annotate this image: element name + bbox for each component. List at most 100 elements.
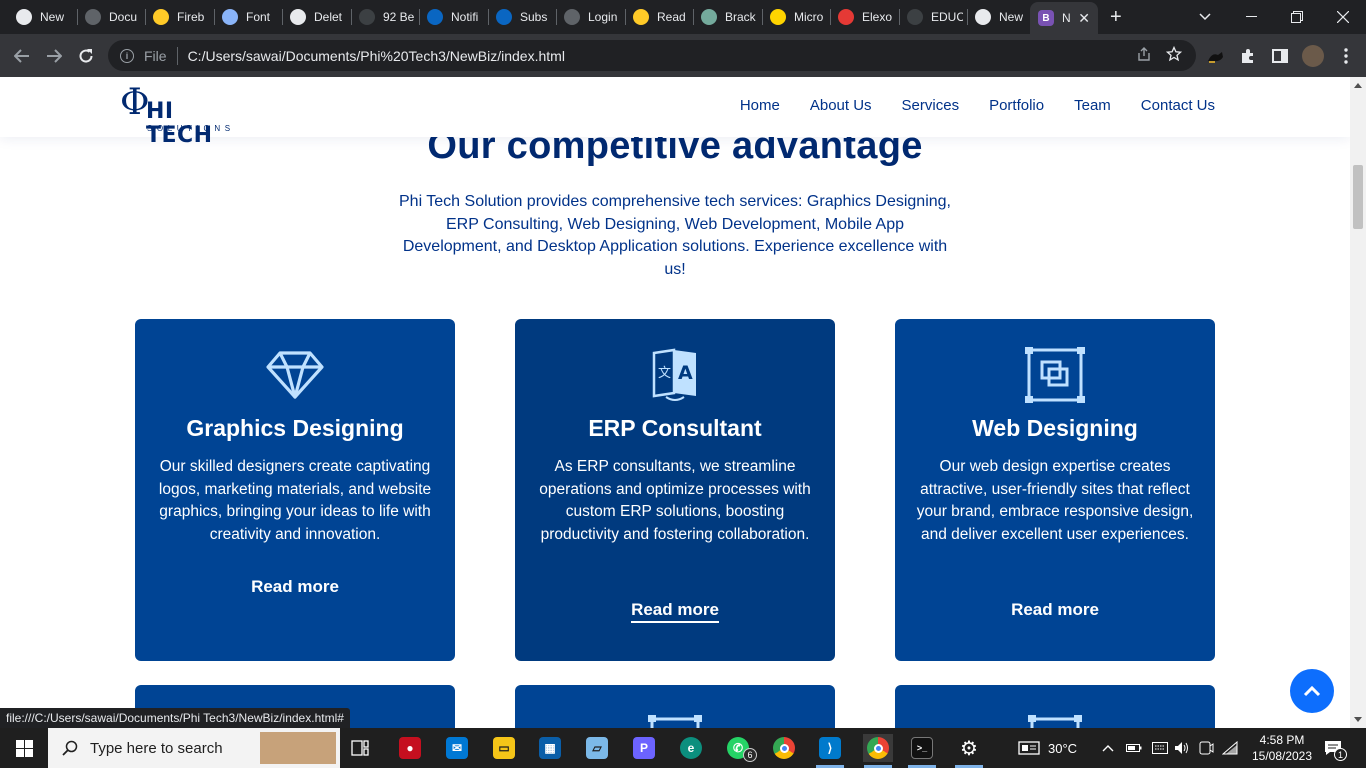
forward-button[interactable] [42, 44, 66, 68]
nav-services[interactable]: Services [902, 97, 960, 114]
start-button[interactable] [10, 734, 38, 762]
tab-separator [625, 9, 626, 25]
tab-15[interactable]: New [975, 4, 1031, 30]
firebase-icon [633, 9, 649, 25]
tab-5[interactable]: Delet [290, 4, 346, 30]
scroll-up-arrow[interactable] [1354, 83, 1362, 88]
scrollbar-thumb[interactable] [1353, 165, 1363, 229]
chrome-active-icon[interactable] [863, 734, 893, 762]
battery-icon[interactable] [1126, 728, 1142, 768]
tab-separator [282, 9, 283, 25]
volume-icon[interactable] [1174, 728, 1190, 768]
extensions-puzzle-icon[interactable] [1238, 46, 1258, 66]
terminal-icon[interactable]: >_ [908, 734, 936, 762]
store-icon[interactable]: ▦ [536, 734, 564, 762]
site-logo[interactable]: Φ HI TECH SOLUTIONS [120, 83, 245, 148]
edge-icon[interactable]: e [677, 734, 705, 762]
reload-button[interactable] [74, 44, 98, 68]
keyboard-icon[interactable] [1152, 728, 1168, 768]
meet-now-icon[interactable] [1198, 728, 1214, 768]
tab-11[interactable]: Brack [701, 4, 757, 30]
scroll-down-arrow[interactable] [1354, 717, 1362, 722]
nav-about[interactable]: About Us [810, 97, 872, 114]
picsart-icon[interactable]: P [630, 734, 658, 762]
page-scrollbar[interactable] [1350, 77, 1366, 728]
nav-home[interactable]: Home [740, 97, 780, 114]
read-more-link[interactable]: Read more [515, 600, 835, 623]
tab-active[interactable]: B N ✕ [1030, 2, 1098, 34]
restore-button[interactable] [1274, 0, 1320, 34]
globe-icon [564, 9, 580, 25]
service-card-graphics[interactable]: Graphics Designing Our skilled designers… [135, 319, 455, 661]
nav-contact[interactable]: Contact Us [1141, 97, 1215, 114]
tab-14[interactable]: EDUC [907, 4, 963, 30]
service-card-erp[interactable]: 文 A ERP Consultant As ERP consultants, w… [515, 319, 835, 661]
vscode-icon[interactable]: ⟩ [816, 734, 844, 762]
tab-separator [214, 9, 215, 25]
taskbar-search[interactable]: Type here to search [48, 728, 340, 768]
file-explorer-icon[interactable]: ▭ [490, 734, 518, 762]
weather-temp: 30°C [1048, 740, 1078, 756]
service-card-web[interactable]: Web Designing Our web design expertise c… [895, 319, 1215, 661]
tab-1[interactable]: New [16, 4, 72, 30]
linkedin-icon [496, 9, 512, 25]
bookmark-star-icon[interactable] [1165, 45, 1183, 66]
nav-team[interactable]: Team [1074, 97, 1111, 114]
mail-icon[interactable]: ✉ [443, 734, 471, 762]
show-hidden-icons[interactable] [1102, 728, 1114, 768]
tab-search-button[interactable] [1182, 0, 1228, 34]
minimize-icon [1245, 16, 1257, 17]
linkedin-icon [427, 9, 443, 25]
close-icon [1337, 11, 1349, 23]
tab-6[interactable]: 92 Be [359, 4, 415, 30]
tab-3[interactable]: Fireb [153, 4, 209, 30]
card-title: Graphics Designing [186, 415, 404, 441]
clock-date: 15/08/2023 [1251, 749, 1313, 763]
weather-widget[interactable]: 30°C [1018, 728, 1077, 768]
tab-4[interactable]: Font [222, 4, 278, 30]
tab-9[interactable]: Login [564, 4, 620, 30]
tab-7[interactable]: Notifi [427, 4, 483, 30]
share-icon[interactable] [1136, 46, 1152, 66]
tab-label: Docu [109, 10, 138, 24]
notepad-icon[interactable]: ▱ [583, 734, 611, 762]
close-tab-icon[interactable]: ✕ [1078, 10, 1090, 27]
settings-icon[interactable]: ⚙ [955, 734, 983, 762]
nav-portfolio[interactable]: Portfolio [989, 97, 1044, 114]
tab-12[interactable]: Micro [770, 4, 826, 30]
read-more-link[interactable]: Read more [895, 600, 1215, 620]
extension-cat-icon[interactable] [1206, 46, 1226, 66]
tab-8[interactable]: Subs [496, 4, 552, 30]
svg-text:文: 文 [658, 366, 671, 381]
network-icon[interactable] [1222, 728, 1238, 768]
close-window-button[interactable] [1320, 0, 1366, 34]
back-to-top-button[interactable] [1290, 669, 1334, 713]
side-panel-icon[interactable] [1270, 46, 1290, 66]
tab-label: Login [588, 10, 618, 24]
tab-2[interactable]: Docu [85, 4, 141, 30]
more-menu-icon[interactable] [1336, 46, 1356, 66]
clock[interactable]: 4:58 PM 15/08/2023 [1252, 728, 1312, 768]
read-more-link[interactable]: Read more [135, 577, 455, 597]
camera-app-icon[interactable]: ● [396, 734, 424, 762]
service-card-next-3[interactable] [895, 685, 1215, 728]
elexo-icon [838, 9, 854, 25]
notification-center-button[interactable]: 1 [1324, 728, 1347, 768]
info-icon[interactable]: i [120, 48, 134, 63]
tab-separator [419, 9, 420, 25]
chrome-taskbar-icon[interactable] [770, 734, 798, 762]
whatsapp-icon[interactable]: ✆ 6 [724, 734, 757, 762]
profile-avatar[interactable] [1302, 45, 1324, 67]
address-url[interactable]: C:/Users/sawai/Documents/Phi%20Tech3/New… [188, 48, 565, 64]
windows-logo-icon [15, 739, 33, 757]
back-button[interactable] [10, 44, 34, 68]
minimize-button[interactable] [1228, 0, 1274, 34]
service-card-next-2[interactable] [515, 685, 835, 728]
card-title: Web Designing [972, 415, 1138, 441]
restore-icon [1291, 11, 1303, 23]
tab-10[interactable]: Read [633, 4, 689, 30]
new-tab-button[interactable]: + [1110, 6, 1122, 28]
task-view-button[interactable] [346, 734, 374, 762]
address-bar[interactable]: i File C:/Users/sawai/Documents/Phi%20Te… [108, 40, 1196, 71]
tab-13[interactable]: Elexo [838, 4, 894, 30]
